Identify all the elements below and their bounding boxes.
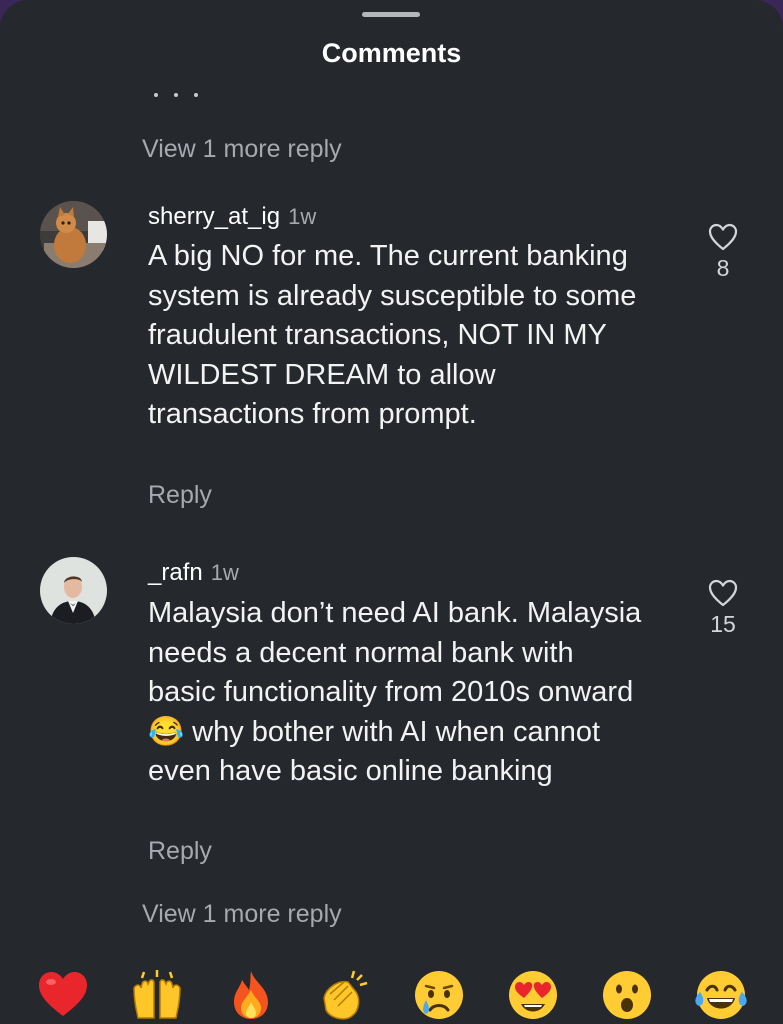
comment-meta: _rafn 1w (148, 559, 239, 587)
reply-button[interactable]: Reply (148, 481, 212, 510)
comment-text-part: Malaysia don’t need AI bank. Malaysia ne… (148, 597, 642, 709)
comment-meta: sherry_at_ig 1w (148, 203, 316, 231)
reply-button[interactable]: Reply (148, 837, 212, 866)
sheet-title: Comments (321, 38, 462, 68)
comment-text: Malaysia don’t need AI bank. Malaysia ne… (148, 594, 648, 792)
like-button[interactable]: 15 (700, 579, 746, 638)
cat-avatar[interactable] (40, 201, 107, 268)
drag-handle[interactable] (362, 12, 420, 17)
emoji-reaction-bar (0, 962, 783, 1024)
truncated-previous-text (150, 84, 350, 98)
comments-sheet: Comments View 1 more reply sherry_at_ig 1… (0, 0, 783, 1024)
view-more-replies-link[interactable]: View 1 more reply (142, 135, 342, 164)
raising-hands-emoji[interactable] (130, 968, 184, 1022)
like-count: 8 (716, 255, 730, 281)
heart-outline-icon (708, 579, 738, 607)
heart-outline-icon (708, 223, 738, 251)
tears-of-joy-emoji[interactable] (694, 968, 748, 1022)
like-count: 15 (710, 611, 736, 637)
clapping-hands-emoji[interactable] (318, 968, 372, 1022)
comment-text: A big NO for me. The current banking sys… (148, 240, 637, 431)
comment-text-part: why bother with AI when cannot even have… (148, 715, 601, 788)
crying-face-emoji[interactable] (412, 968, 466, 1022)
comment-time: 1w (210, 560, 239, 585)
username[interactable]: _rafn (148, 559, 203, 586)
heart-eyes-emoji[interactable] (506, 968, 560, 1022)
comment-time: 1w (288, 204, 317, 229)
like-button[interactable]: 8 (700, 223, 746, 282)
red-heart-emoji[interactable] (36, 968, 90, 1022)
fire-emoji[interactable] (224, 968, 278, 1022)
view-more-replies-link[interactable]: View 1 more reply (142, 900, 342, 929)
man-in-suit-avatar[interactable] (40, 557, 107, 624)
surprised-face-emoji[interactable] (600, 968, 654, 1022)
tears-of-joy-icon: 😂 (148, 715, 185, 748)
username[interactable]: sherry_at_ig (148, 203, 280, 230)
